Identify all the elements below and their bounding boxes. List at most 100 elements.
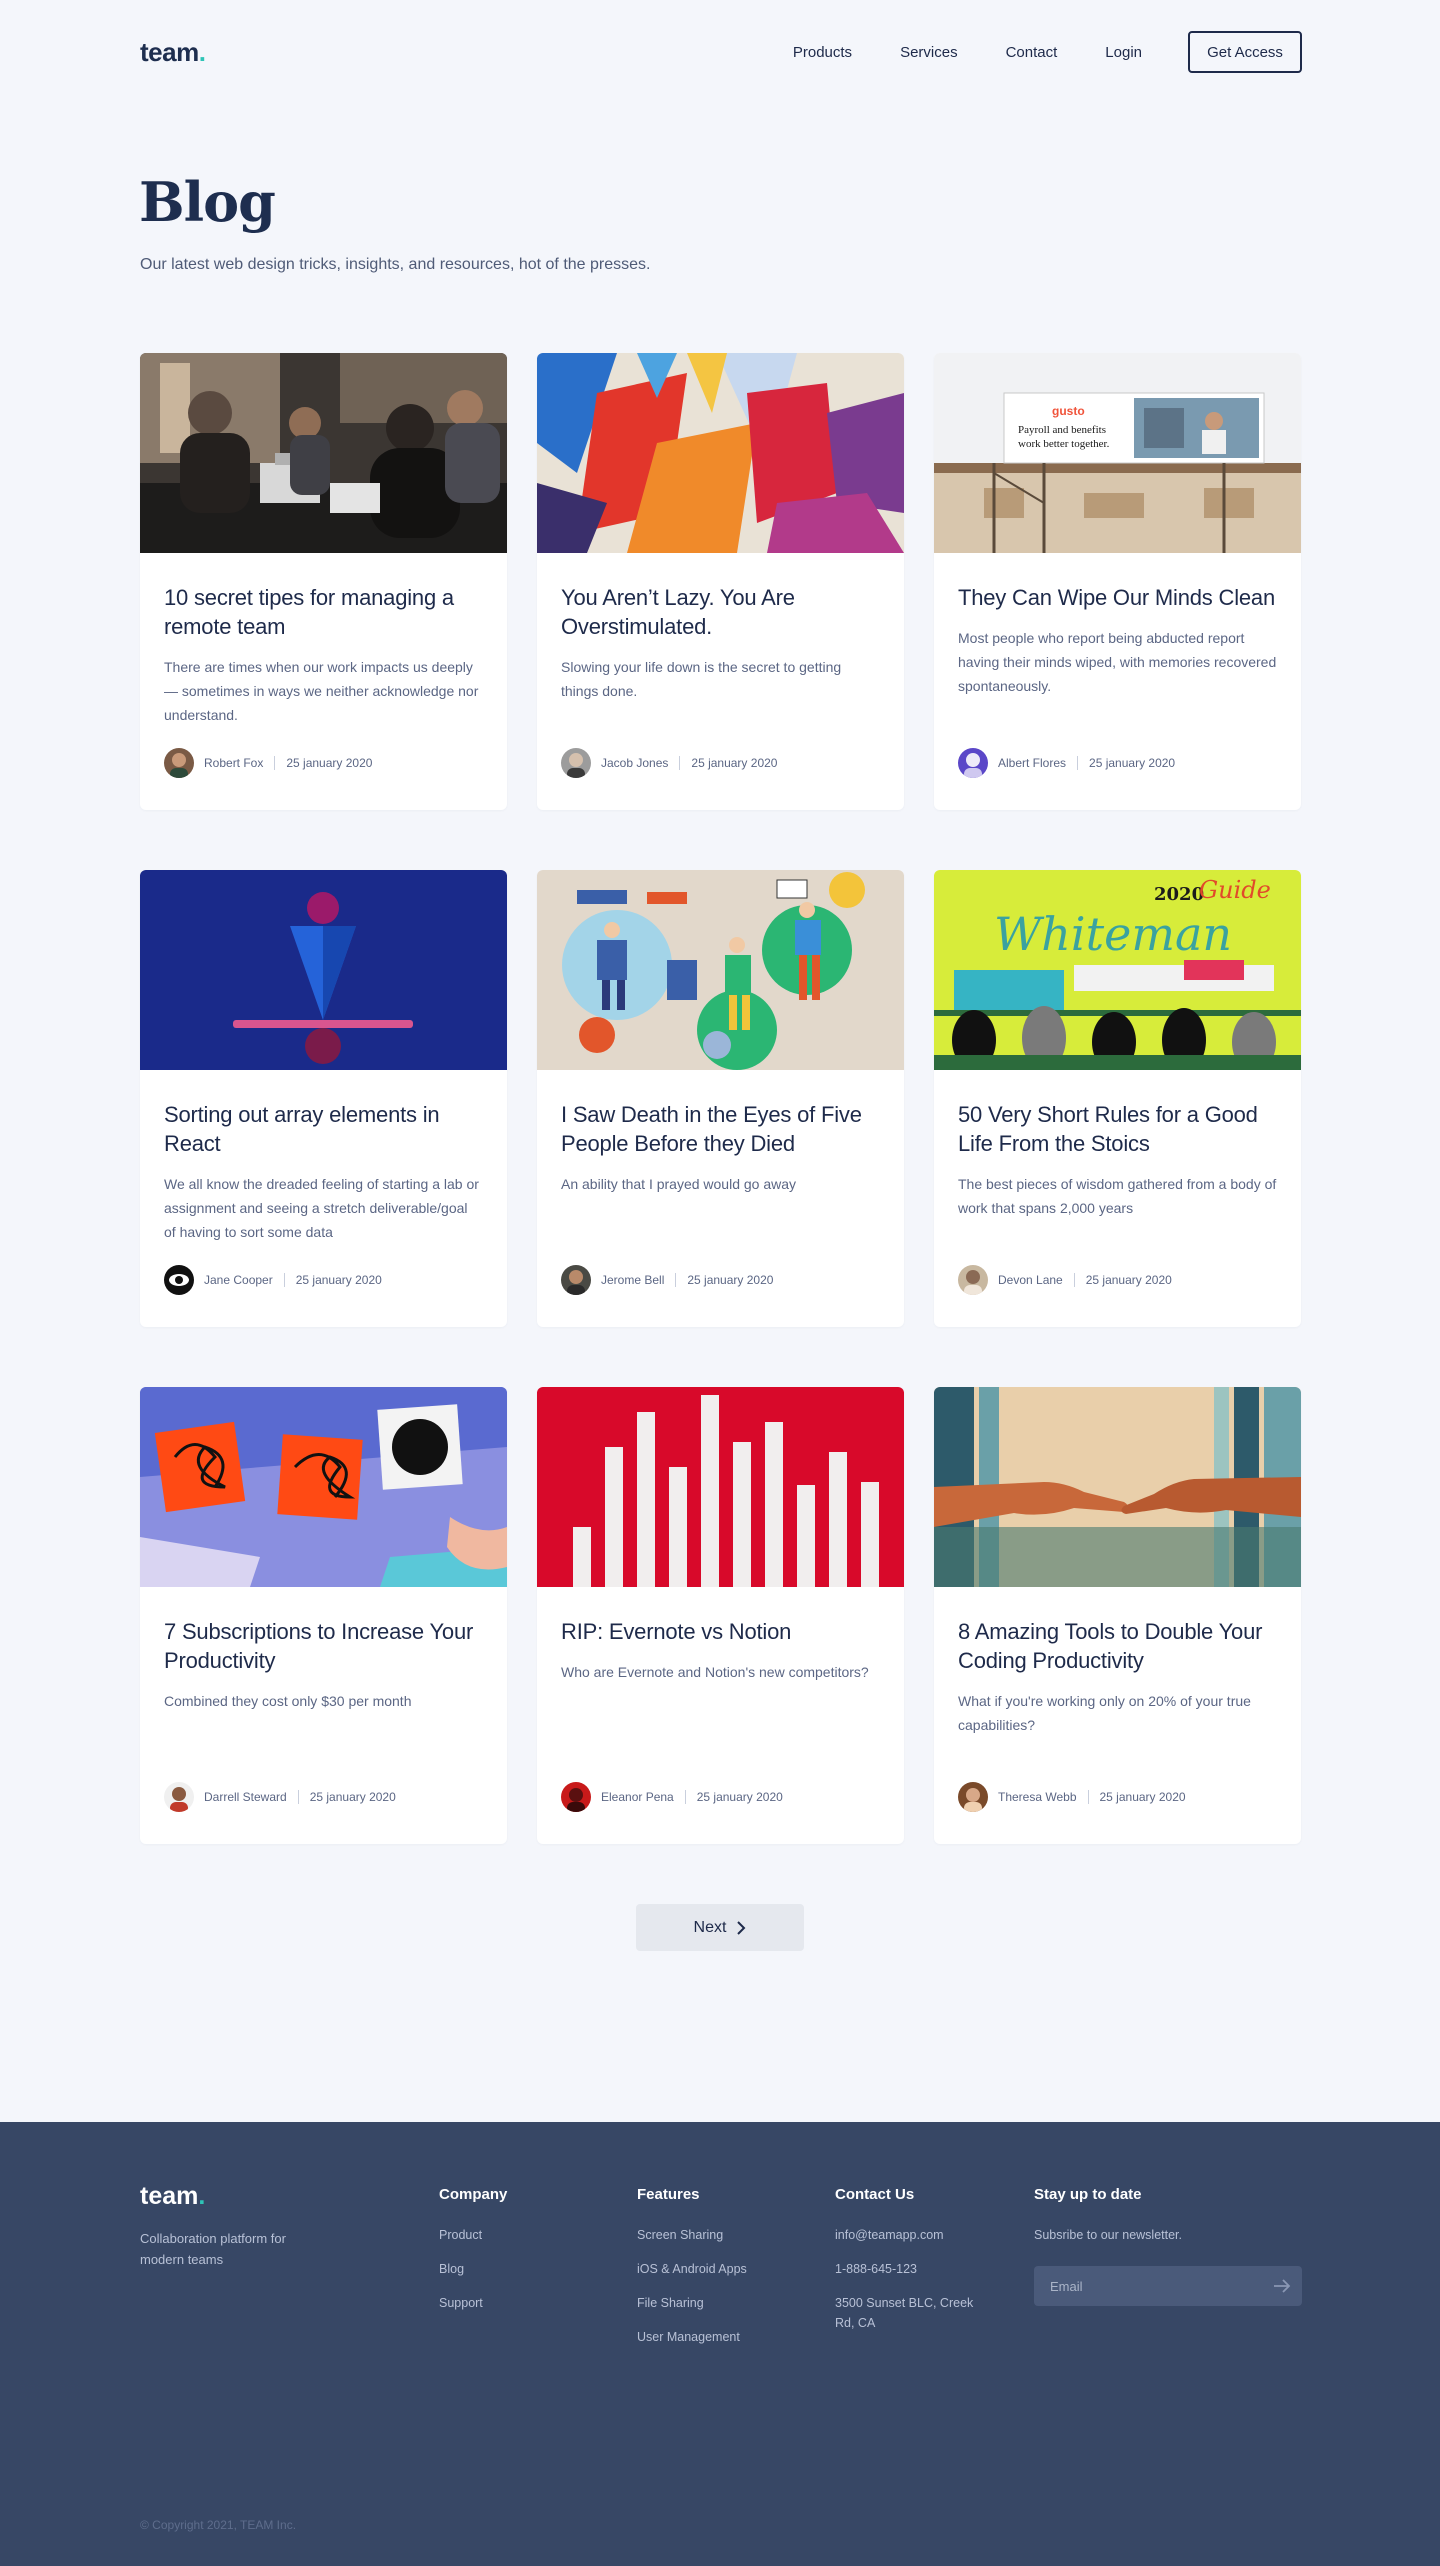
footer-link-user-management[interactable]: User Management <box>637 2327 747 2347</box>
newsletter-form <box>1034 2266 1302 2306</box>
footer-features-column: Features Screen Sharing iOS & Android Ap… <box>637 2186 747 2361</box>
footer-phone-link[interactable]: 1-888-645-123 <box>835 2259 995 2279</box>
whiteman-guide-image[interactable]: 2020 Guide Whiteman <box>934 870 1301 1070</box>
avatar <box>561 1265 591 1295</box>
card-title[interactable]: 10 secret tipes for managing a remote te… <box>164 583 483 641</box>
next-page-button[interactable]: Next <box>636 1904 804 1951</box>
author-name[interactable]: Jane Cooper <box>204 1273 273 1287</box>
post-date: 25 january 2020 <box>1089 756 1176 770</box>
blog-card[interactable]: 2020 Guide Whiteman 50 Very Short Rules … <box>934 870 1301 1327</box>
billboard-line-1: Payroll and benefits <box>1018 424 1106 436</box>
footer-link-blog[interactable]: Blog <box>439 2259 507 2279</box>
newsletter-email-input[interactable] <box>1034 2266 1262 2306</box>
footer-email-link[interactable]: info@teamapp.com <box>835 2225 995 2245</box>
footer-address: 3500 Sunset BLC, Creek Rd, CA <box>835 2296 974 2330</box>
post-date: 25 january 2020 <box>286 756 373 770</box>
logo[interactable]: team. <box>140 36 206 68</box>
footer-heading: Features <box>637 2186 700 2203</box>
card-meta: Devon Lane 25 january 2020 <box>958 1265 1172 1295</box>
newsletter-text: Subsribe to our newsletter. <box>1034 2228 1182 2242</box>
author-name[interactable]: Jacob Jones <box>601 756 668 770</box>
post-date: 25 january 2020 <box>691 756 778 770</box>
blog-card[interactable]: RIP: Evernote vs Notion Who are Evernote… <box>537 1387 904 1844</box>
card-excerpt: Slowing your life down is the secret to … <box>561 659 842 699</box>
author-name[interactable]: Theresa Webb <box>998 1790 1077 1804</box>
blog-card[interactable]: You Aren’t Lazy. You Are Overstimulated.… <box>537 353 904 810</box>
footer-heading: Stay up to date <box>1034 2186 1142 2203</box>
avatar <box>561 1782 591 1812</box>
blog-card[interactable]: 10 secret tipes for managing a remote te… <box>140 353 507 810</box>
abstract-paint-image[interactable] <box>537 353 904 553</box>
card-excerpt: Combined they cost only $30 per month <box>164 1693 412 1709</box>
meta-divider <box>1073 1273 1075 1287</box>
site-footer: team. Collaboration platform for modern … <box>0 2122 1440 2566</box>
author-name[interactable]: Robert Fox <box>204 756 263 770</box>
blog-card[interactable]: gusto Payroll and benefits work better t… <box>934 353 1301 810</box>
card-meta: Darrell Steward 25 january 2020 <box>164 1782 396 1812</box>
avatar <box>958 1265 988 1295</box>
logo-dot: . <box>198 36 206 67</box>
card-title[interactable]: They Can Wipe Our Minds Clean <box>958 583 1277 612</box>
avatar <box>958 748 988 778</box>
meta-divider <box>684 1790 686 1804</box>
billboard-image[interactable]: gusto Payroll and benefits work better t… <box>934 353 1301 553</box>
author-name[interactable]: Jerome Bell <box>601 1273 664 1287</box>
get-access-button[interactable]: Get Access <box>1188 31 1302 73</box>
card-title[interactable]: Sorting out array elements in React <box>164 1100 483 1158</box>
post-date: 25 january 2020 <box>309 1790 396 1804</box>
footer-logo-dot: . <box>198 2182 206 2210</box>
card-meta: Eleanor Pena 25 january 2020 <box>561 1782 783 1812</box>
footer-logo[interactable]: team. <box>140 2182 205 2211</box>
post-date: 25 january 2020 <box>295 1273 382 1287</box>
nav-link-login[interactable]: Login <box>1105 44 1142 61</box>
guide-title-text: Whiteman <box>994 907 1232 961</box>
blog-card[interactable]: Sorting out array elements in React We a… <box>140 870 507 1327</box>
footer-link-support[interactable]: Support <box>439 2293 507 2313</box>
billboard-brand-text: gusto <box>1052 404 1085 418</box>
card-title[interactable]: I Saw Death in the Eyes of Five People B… <box>561 1100 880 1158</box>
blog-card[interactable]: I Saw Death in the Eyes of Five People B… <box>537 870 904 1327</box>
card-meta: Albert Flores 25 january 2020 <box>958 748 1175 778</box>
meta-divider <box>679 756 681 770</box>
page-title: Blog <box>139 170 276 234</box>
author-name[interactable]: Eleanor Pena <box>601 1790 674 1804</box>
card-title[interactable]: RIP: Evernote vs Notion <box>561 1617 880 1646</box>
post-date: 25 january 2020 <box>687 1273 774 1287</box>
nav-link-services[interactable]: Services <box>900 44 958 61</box>
nav-link-contact[interactable]: Contact <box>1006 44 1058 61</box>
footer-link-ios-android-apps[interactable]: iOS & Android Apps <box>637 2259 747 2279</box>
arrow-right-icon[interactable] <box>1262 2266 1302 2306</box>
footer-link-file-sharing[interactable]: File Sharing <box>637 2293 747 2313</box>
logo-text: team <box>140 36 199 67</box>
footer-link-product[interactable]: Product <box>439 2225 507 2245</box>
author-name[interactable]: Darrell Steward <box>204 1790 287 1804</box>
card-meta: Jacob Jones 25 january 2020 <box>561 748 777 778</box>
card-excerpt: Who are Evernote and Notion's new compet… <box>561 1664 869 1680</box>
card-excerpt: An ability that I prayed would go away <box>561 1176 797 1192</box>
reaching-hands-image[interactable] <box>934 1387 1301 1587</box>
blog-card[interactable]: 8 Amazing Tools to Double Your Coding Pr… <box>934 1387 1301 1844</box>
chevron-right-icon <box>737 1920 746 1935</box>
card-title[interactable]: 7 Subscriptions to Increase Your Product… <box>164 1617 483 1675</box>
footer-link-screen-sharing[interactable]: Screen Sharing <box>637 2225 747 2245</box>
meta-divider <box>675 1273 677 1287</box>
footer-company-column: Company Product Blog Support <box>439 2186 507 2327</box>
author-name[interactable]: Albert Flores <box>998 756 1066 770</box>
footer-heading: Contact Us <box>835 2186 915 2203</box>
author-name[interactable]: Devon Lane <box>998 1273 1063 1287</box>
balance-render-image[interactable] <box>140 870 507 1070</box>
post-date: 25 january 2020 <box>1085 1273 1172 1287</box>
receipt-bars-image[interactable] <box>537 1387 904 1587</box>
meta-divider <box>1077 756 1079 770</box>
card-title[interactable]: You Aren’t Lazy. You Are Overstimulated. <box>561 583 880 641</box>
scribble-cards-image[interactable] <box>140 1387 507 1587</box>
team-meeting-image[interactable] <box>140 353 507 553</box>
card-title[interactable]: 50 Very Short Rules for a Good Life From… <box>958 1100 1277 1158</box>
card-excerpt: Most people who report being abducted re… <box>958 630 1277 694</box>
blog-card[interactable]: 7 Subscriptions to Increase Your Product… <box>140 1387 507 1844</box>
card-title[interactable]: 8 Amazing Tools to Double Your Coding Pr… <box>958 1617 1277 1675</box>
nav-link-products[interactable]: Products <box>793 44 852 61</box>
people-illustration-image[interactable] <box>537 870 904 1070</box>
next-label: Next <box>693 1918 727 1936</box>
meta-divider <box>297 1790 299 1804</box>
